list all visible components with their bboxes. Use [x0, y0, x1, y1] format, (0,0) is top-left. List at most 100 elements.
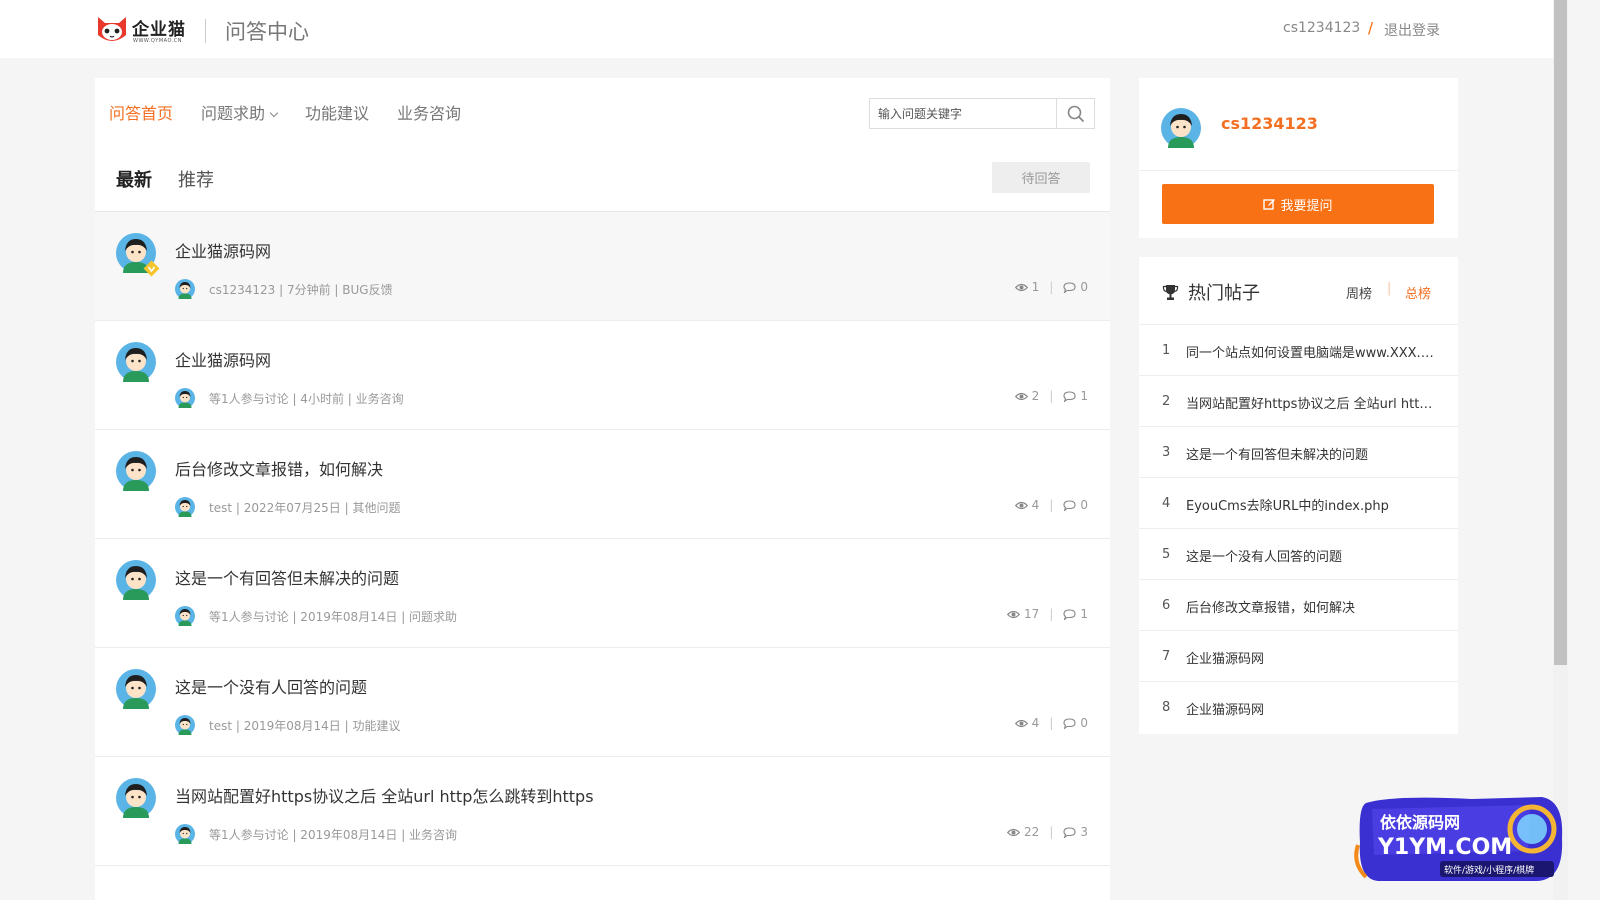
- tab-weekly[interactable]: 周榜: [1346, 283, 1372, 302]
- question-meta: 等1人参与讨论 | 2019年08月14日 | 问题求助: [209, 610, 458, 624]
- hot-post-title[interactable]: 后台修改文章报错，如何解决: [1186, 597, 1436, 616]
- question-stats: 1 | 0: [1014, 280, 1088, 294]
- nav-item-business[interactable]: 业务咨询: [397, 100, 461, 124]
- reply-count: 0: [1080, 716, 1088, 730]
- reply-count: 1: [1080, 607, 1088, 621]
- hot-post-title[interactable]: 同一个站点如何设置电脑端是www.XXX.com: [1186, 342, 1436, 361]
- hot-post-item[interactable]: 1 同一个站点如何设置电脑端是www.XXX.com: [1139, 325, 1458, 376]
- question-title[interactable]: 企业猫源码网: [175, 347, 271, 371]
- hot-post-item[interactable]: 4 EyouCms去除URL中的index.php: [1139, 478, 1458, 529]
- author-avatar-wrap: [175, 279, 195, 299]
- comment-icon: [1063, 499, 1076, 511]
- view-count: 1: [1031, 280, 1040, 294]
- stats-separator: |: [1049, 498, 1054, 512]
- pending-answer-button[interactable]: 待回答: [992, 162, 1090, 193]
- question-item[interactable]: 当网站配置好https协议之后 全站url http怎么跳转到https 等1人…: [95, 757, 1110, 866]
- reply-count: 0: [1080, 280, 1088, 294]
- view-count: 22: [1024, 825, 1040, 839]
- question-title[interactable]: 这是一个有回答但未解决的问题: [175, 565, 399, 589]
- hot-post-item[interactable]: 7 企业猫源码网: [1139, 631, 1458, 682]
- hot-post-item[interactable]: 5 这是一个没有人回答的问题: [1139, 529, 1458, 580]
- avatar[interactable]: [1161, 108, 1201, 148]
- header-separator: /: [1368, 19, 1374, 37]
- reply-count: 0: [1080, 498, 1088, 512]
- site-title: 问答中心: [225, 20, 309, 44]
- hot-post-title[interactable]: 当网站配置好https协议之后 全站url http怎么跳转到https: [1186, 393, 1436, 412]
- stats-separator: |: [1049, 607, 1054, 621]
- question-title[interactable]: 企业猫源码网: [175, 238, 271, 262]
- question-stats: 2 | 1: [1014, 389, 1088, 403]
- site-logo[interactable]: 企业猫 WWW.QYMAO.CN: [96, 13, 192, 49]
- reply-count: 1: [1080, 389, 1088, 403]
- question-title[interactable]: 当网站配置好https协议之后 全站url http怎么跳转到https: [175, 783, 594, 807]
- list-tabs: 最新 推荐: [116, 166, 214, 214]
- question-item[interactable]: 企业猫源码网 等1人参与讨论 | 4小时前 | 业务咨询 2 | 1: [95, 321, 1110, 430]
- avatar[interactable]: [116, 778, 156, 818]
- tab-recommended[interactable]: 推荐: [178, 166, 214, 214]
- author-avatar-wrap: [175, 715, 195, 735]
- avatar[interactable]: [116, 451, 156, 491]
- question-stats: 22 | 3: [1007, 825, 1088, 839]
- question-title[interactable]: 这是一个没有人回答的问题: [175, 674, 367, 698]
- search-button[interactable]: [1056, 99, 1094, 128]
- author-avatar[interactable]: [175, 824, 195, 844]
- nav-item-help[interactable]: 问题求助: [201, 100, 279, 124]
- hot-post-item[interactable]: 6 后台修改文章报错，如何解决: [1139, 580, 1458, 631]
- hot-post-title[interactable]: 这是一个有回答但未解决的问题: [1186, 444, 1436, 463]
- hot-post-item[interactable]: 8 企业猫源码网: [1139, 682, 1458, 733]
- trophy-icon: [1162, 285, 1179, 300]
- author-avatar[interactable]: [175, 715, 195, 735]
- header-username-link[interactable]: cs1234123: [1283, 20, 1360, 36]
- question-meta: test | 2019年08月14日 | 功能建议: [209, 719, 401, 733]
- eye-icon: [1007, 828, 1021, 836]
- avatar[interactable]: [116, 342, 156, 382]
- question-stats: 4 | 0: [1014, 716, 1088, 730]
- hot-post-item[interactable]: 3 这是一个有回答但未解决的问题: [1139, 427, 1458, 478]
- hot-post-title[interactable]: 企业猫源码网: [1186, 648, 1436, 667]
- avatar[interactable]: [116, 669, 156, 709]
- author-avatar[interactable]: [175, 606, 195, 626]
- question-meta: 等1人参与讨论 | 2019年08月14日 | 业务咨询: [209, 828, 458, 842]
- question-item[interactable]: 企业猫源码网 cs1234123 | 7分钟前 | BUG反馈 1 | 0: [95, 212, 1110, 321]
- avatar[interactable]: [116, 560, 156, 600]
- hot-post-rank: 7: [1162, 649, 1171, 664]
- question-item[interactable]: 这是一个有回答但未解决的问题 等1人参与讨论 | 2019年08月14日 | 问…: [95, 539, 1110, 648]
- logout-link[interactable]: 退出登录: [1384, 20, 1440, 40]
- question-panel: 问答首页 问题求助 功能建议 业务咨询 最新 推荐 待回答 企业猫源码网 cs1…: [95, 78, 1110, 900]
- search-icon: [1067, 105, 1084, 122]
- hot-post-title[interactable]: EyouCms去除URL中的index.php: [1186, 495, 1436, 514]
- search-input[interactable]: [870, 99, 1056, 128]
- user-name[interactable]: cs1234123: [1221, 114, 1318, 133]
- top-bar: 企业猫 WWW.QYMAO.CN 问答中心 cs1234123 / 退出登录: [0, 0, 1553, 58]
- comment-icon: [1063, 608, 1076, 620]
- hot-posts-panel: 热门帖子 周榜 | 总榜 1 同一个站点如何设置电脑端是www.XXX.com …: [1139, 257, 1458, 734]
- author-avatar[interactable]: [175, 388, 195, 408]
- watermark-line1: 依依源码网: [1380, 813, 1460, 832]
- hot-post-rank: 5: [1162, 547, 1171, 562]
- question-avatar-wrap: [116, 451, 156, 491]
- tab-all-time[interactable]: 总榜: [1405, 283, 1431, 302]
- cat-logo-icon: [98, 17, 126, 41]
- author-avatar[interactable]: [175, 497, 195, 517]
- nav-item-suggestions[interactable]: 功能建议: [305, 100, 369, 124]
- question-list: 企业猫源码网 cs1234123 | 7分钟前 | BUG反馈 1 | 0 企业…: [95, 212, 1110, 866]
- author-avatar-wrap: [175, 388, 195, 408]
- question-item[interactable]: 这是一个没有人回答的问题 test | 2019年08月14日 | 功能建议 4…: [95, 648, 1110, 757]
- tab-latest[interactable]: 最新: [116, 166, 152, 214]
- page-scrollbar[interactable]: [1553, 0, 1568, 900]
- ask-question-button[interactable]: 我要提问: [1162, 184, 1434, 224]
- hot-post-item[interactable]: 2 当网站配置好https协议之后 全站url http怎么跳转到https: [1139, 376, 1458, 427]
- scrollbar-thumb[interactable]: [1554, 0, 1567, 665]
- hot-post-rank: 8: [1162, 700, 1171, 715]
- question-title[interactable]: 后台修改文章报错，如何解决: [175, 456, 383, 480]
- hot-post-rank: 2: [1162, 394, 1171, 409]
- question-item[interactable]: 后台修改文章报错，如何解决 test | 2022年07月25日 | 其他问题 …: [95, 430, 1110, 539]
- hot-post-title[interactable]: 企业猫源码网: [1186, 699, 1436, 718]
- hot-post-title[interactable]: 这是一个没有人回答的问题: [1186, 546, 1436, 565]
- edit-icon: [1263, 198, 1276, 210]
- nav-item-home[interactable]: 问答首页: [109, 100, 173, 124]
- question-avatar-wrap: [116, 778, 156, 818]
- author-avatar[interactable]: [175, 279, 195, 299]
- main-nav: 问答首页 问题求助 功能建议 业务咨询: [109, 100, 461, 124]
- question-meta: cs1234123 | 7分钟前 | BUG反馈: [209, 283, 393, 297]
